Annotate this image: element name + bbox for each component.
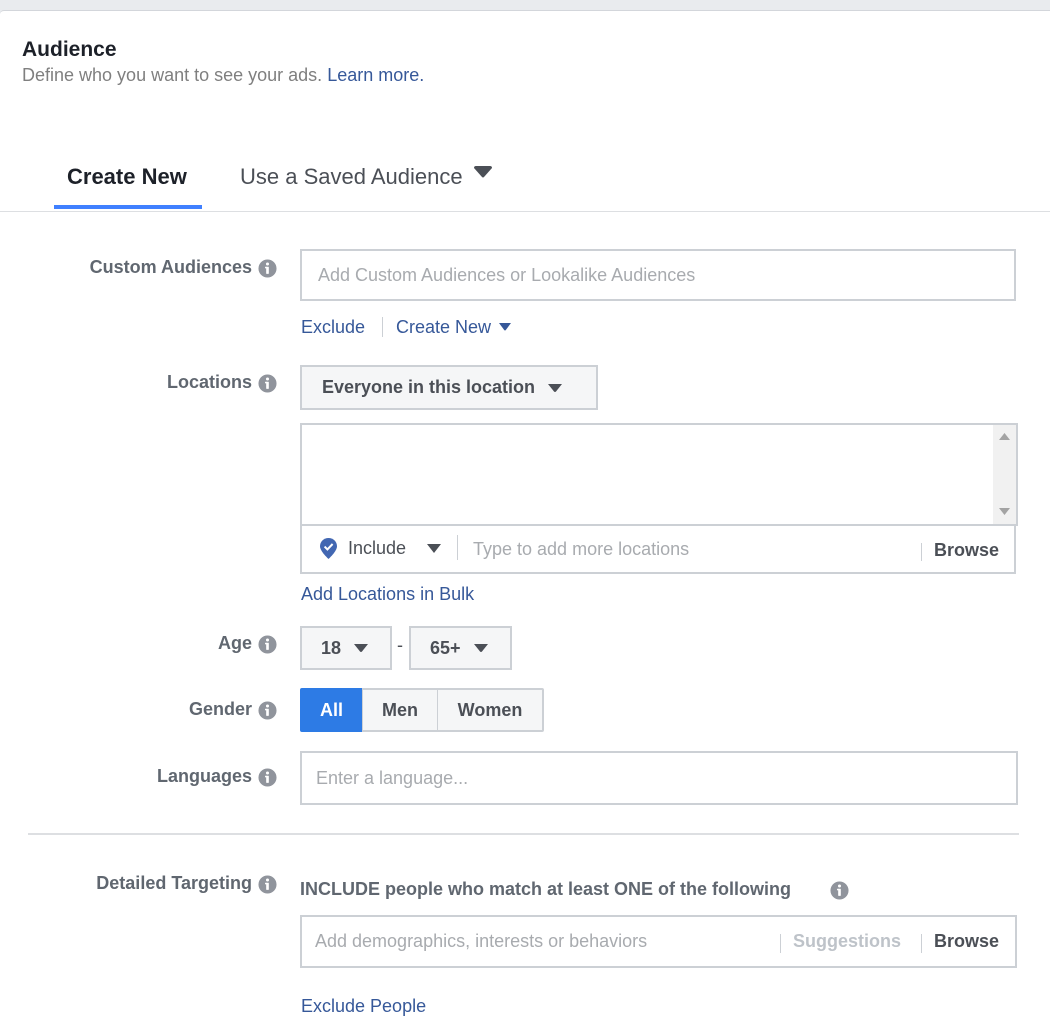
section-title: Audience xyxy=(22,38,117,61)
learn-more-link[interactable]: Learn more. xyxy=(327,65,424,85)
tab-saved-audience[interactable]: Use a Saved Audience xyxy=(240,164,493,190)
age-max-dropdown[interactable]: 65+ xyxy=(409,626,512,670)
caret-down-icon xyxy=(473,644,488,653)
gender-all-button[interactable]: All xyxy=(300,688,363,732)
info-icon[interactable] xyxy=(258,374,277,393)
locations-input-row: Include Type to add more locations Brows… xyxy=(300,525,1016,574)
age-separator: - xyxy=(397,635,403,655)
add-locations-bulk-link[interactable]: Add Locations in Bulk xyxy=(301,584,474,605)
languages-label: Languages xyxy=(156,766,252,786)
subtitle-text: Define who you want to see your ads. xyxy=(22,65,323,85)
exclude-link[interactable]: Exclude xyxy=(301,317,365,338)
locations-label: Locations xyxy=(166,372,252,392)
caret-down-icon xyxy=(548,383,563,392)
info-icon[interactable] xyxy=(258,875,277,894)
divider xyxy=(780,934,781,953)
gender-men-button[interactable]: Men xyxy=(362,688,439,732)
scroll-down-icon[interactable] xyxy=(999,508,1010,515)
selected-locations-list[interactable] xyxy=(300,423,1018,526)
browse-targeting-button[interactable]: Browse xyxy=(934,931,999,952)
custom-audiences-label: Custom Audiences xyxy=(89,257,252,277)
tabs-divider xyxy=(0,211,1050,212)
divider xyxy=(457,535,458,560)
location-search-input[interactable]: Type to add more locations xyxy=(473,539,689,560)
exclude-people-link[interactable]: Exclude People xyxy=(301,996,426,1017)
location-type-label: Everyone in this location xyxy=(322,377,536,397)
languages-input[interactable]: Enter a language... xyxy=(300,751,1018,805)
browse-locations-button[interactable]: Browse xyxy=(934,540,999,561)
scrollbar[interactable] xyxy=(993,425,1016,524)
divider xyxy=(382,317,383,337)
tab-create-new[interactable]: Create New xyxy=(67,164,187,190)
include-label: Include xyxy=(348,538,407,558)
section-divider xyxy=(28,833,1019,835)
create-new-dropdown[interactable]: Create New xyxy=(396,317,512,338)
info-icon[interactable] xyxy=(258,701,277,720)
divider xyxy=(921,543,922,561)
info-icon[interactable] xyxy=(258,259,277,278)
audience-panel: Audience Define who you want to see your… xyxy=(0,10,1050,1033)
section-subtitle: Define who you want to see your ads. Lea… xyxy=(22,65,424,86)
info-icon[interactable] xyxy=(258,768,277,787)
tab-saved-audience-label: Use a Saved Audience xyxy=(240,164,463,189)
active-tab-indicator xyxy=(54,205,202,209)
age-label: Age xyxy=(217,633,252,653)
custom-audiences-input[interactable]: Add Custom Audiences or Lookalike Audien… xyxy=(300,249,1016,301)
caret-down-icon xyxy=(473,166,492,178)
gender-women-button[interactable]: Women xyxy=(437,688,544,732)
scroll-up-icon[interactable] xyxy=(999,433,1010,440)
age-max-value: 65+ xyxy=(430,637,461,658)
detailed-targeting-label: Detailed Targeting xyxy=(96,873,252,893)
gender-label: Gender xyxy=(188,699,252,719)
caret-down-icon xyxy=(427,544,442,553)
info-icon[interactable] xyxy=(830,881,849,900)
divider xyxy=(921,934,922,953)
caret-down-icon xyxy=(499,323,512,331)
location-type-dropdown[interactable]: Everyone in this location xyxy=(300,365,598,410)
create-new-label: Create New xyxy=(396,317,492,337)
include-criteria-label: INCLUDE people who match at least ONE of… xyxy=(300,879,792,899)
info-icon[interactable] xyxy=(258,635,277,654)
caret-down-icon xyxy=(354,644,369,653)
include-criteria-text: INCLUDE people who match at least ONE of… xyxy=(300,879,791,900)
location-pin-check-icon xyxy=(320,538,337,559)
detailed-targeting-input[interactable]: Add demographics, interests or behaviors xyxy=(315,931,647,952)
age-min-value: 18 xyxy=(321,637,342,658)
age-min-dropdown[interactable]: 18 xyxy=(300,626,392,670)
detailed-targeting-box: Add demographics, interests or behaviors… xyxy=(300,915,1017,968)
suggestions-button[interactable]: Suggestions xyxy=(793,931,901,952)
include-dropdown[interactable]: Include xyxy=(348,538,442,559)
